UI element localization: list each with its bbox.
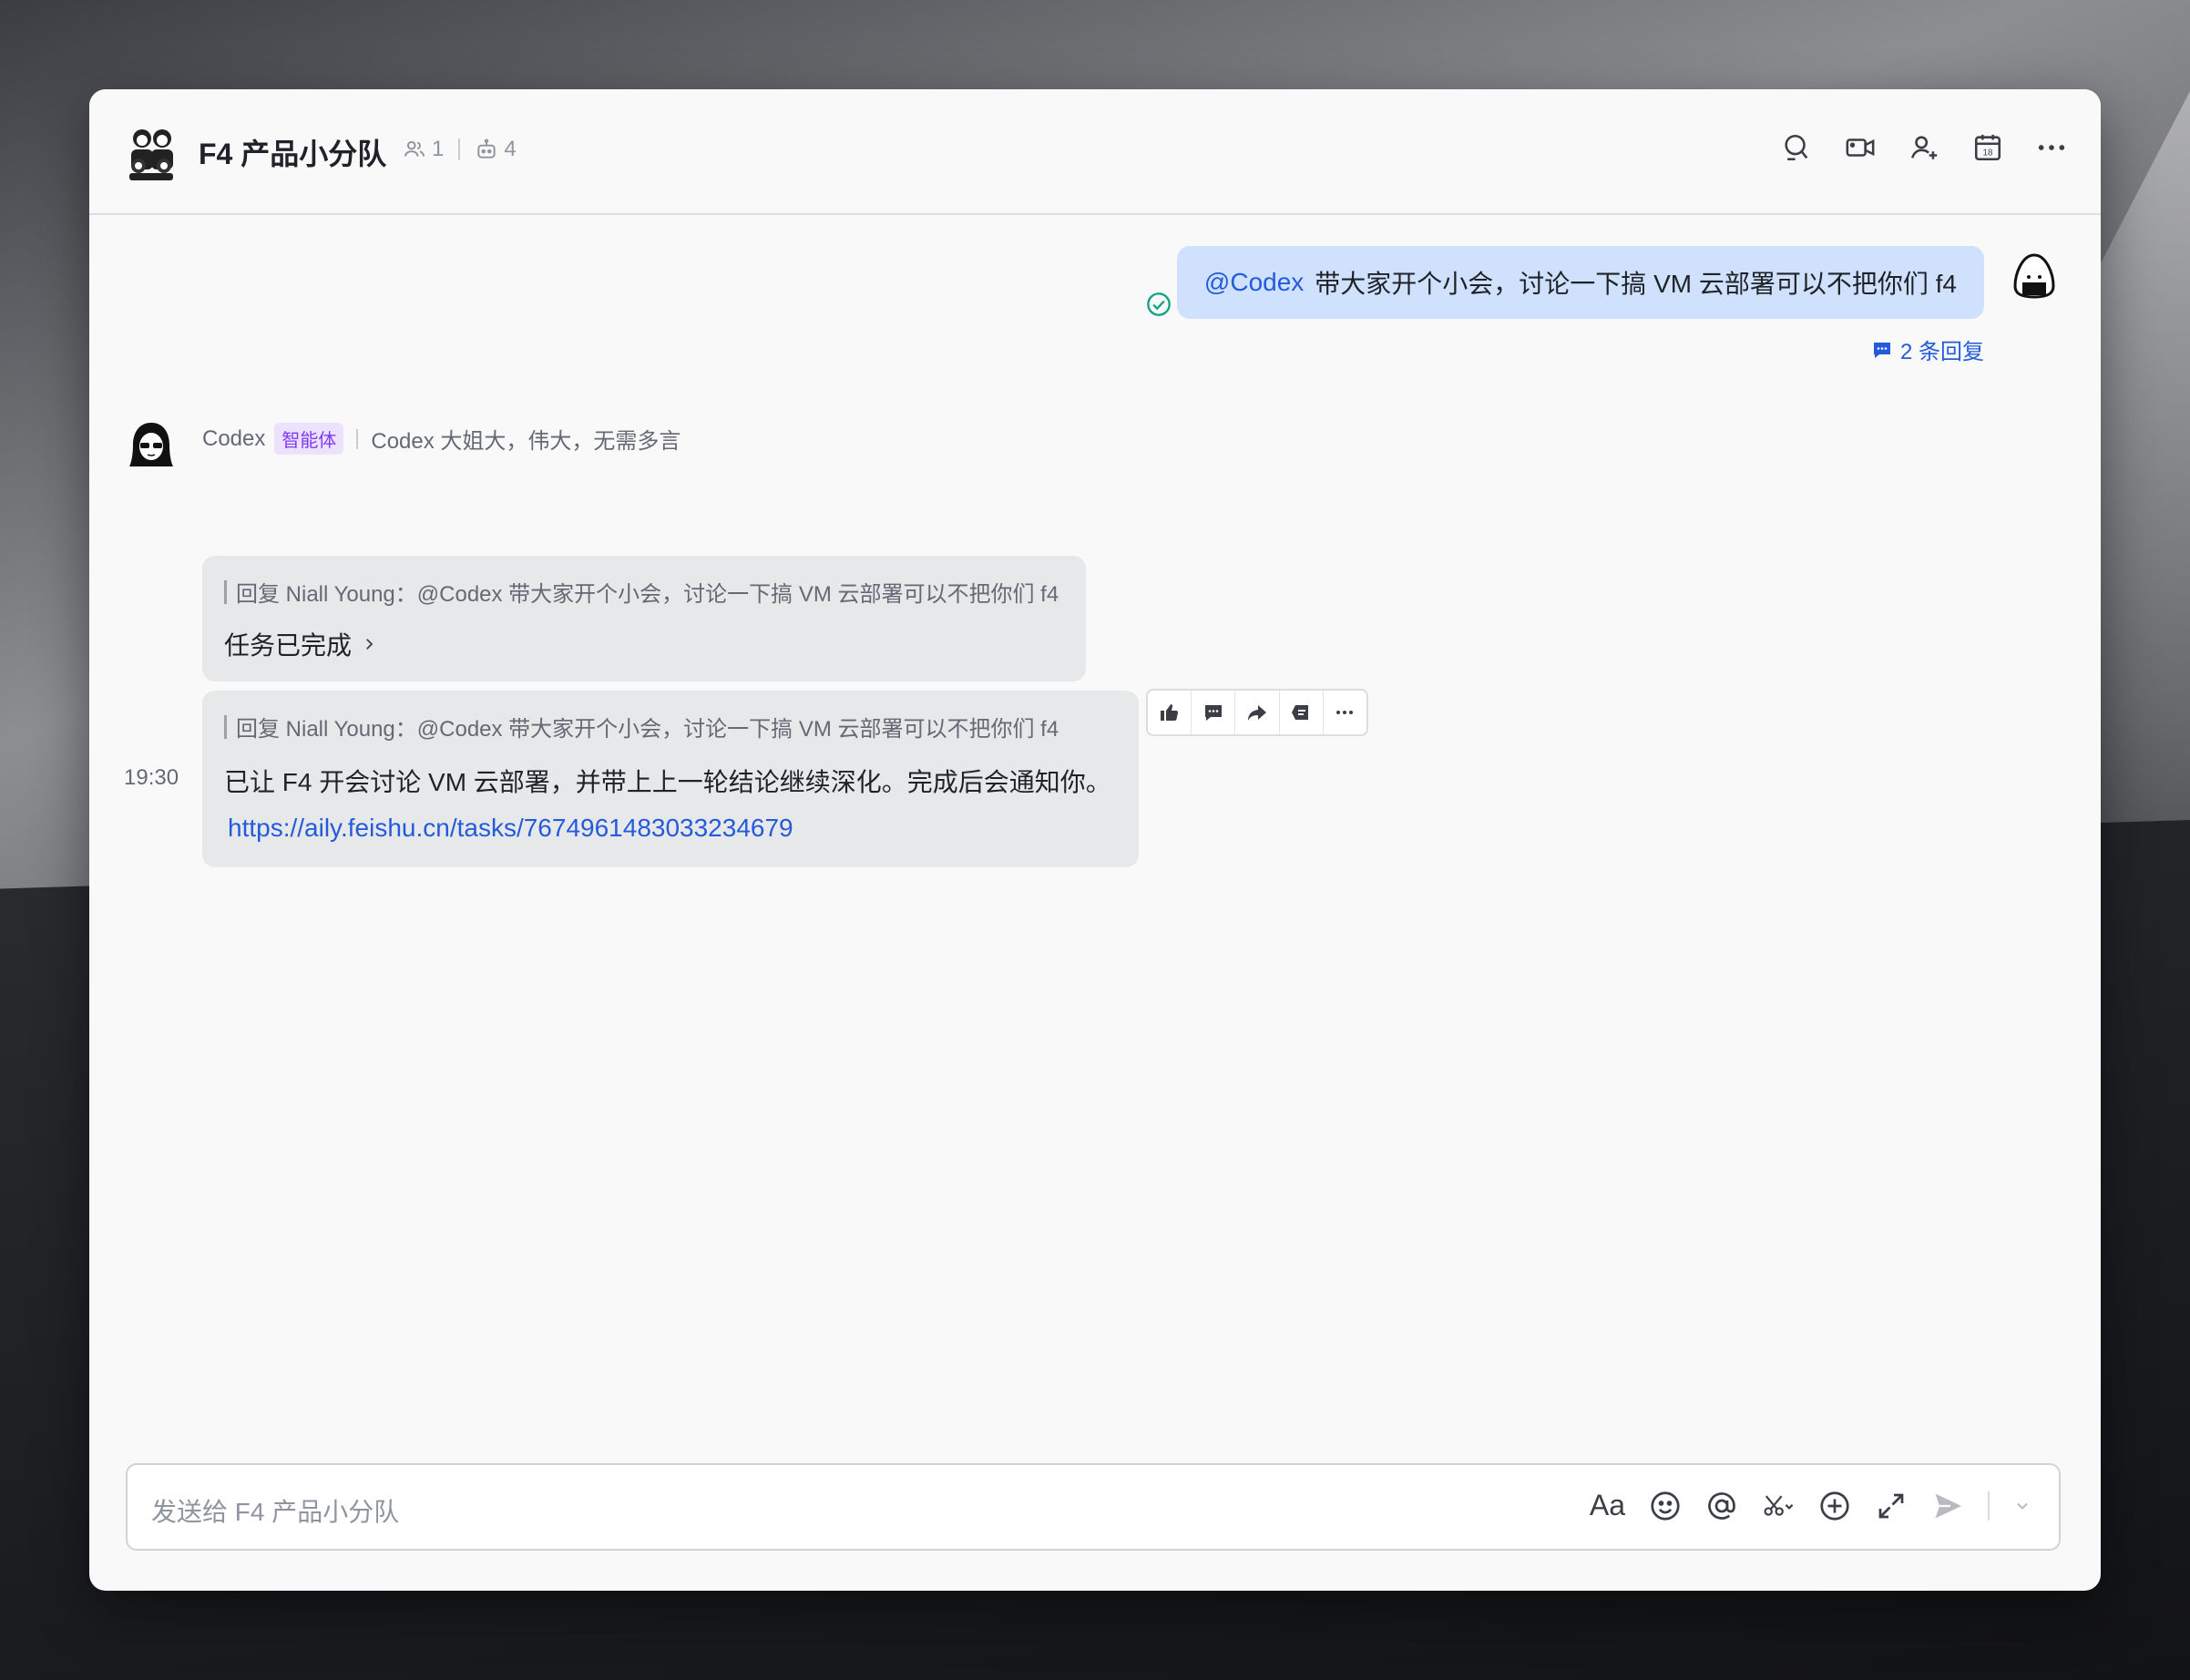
quote-bar — [224, 579, 227, 604]
emoji-button[interactable] — [1649, 1490, 1682, 1522]
bot-reply-bubble-2[interactable]: 回复 Niall Young：@Codex 带大家开个小会，讨论一下搞 VM 云… — [202, 691, 1139, 867]
reply-button[interactable] — [1192, 691, 1236, 734]
quote-reply-button[interactable] — [1280, 691, 1324, 734]
more-options-button[interactable] — [2035, 131, 2068, 164]
chat-header: F4 产品小分队 1 4 18 — [89, 89, 2101, 215]
message-more-button[interactable] — [1324, 691, 1366, 734]
replies-count: 2 条回复 — [1899, 340, 1984, 364]
like-button[interactable] — [1148, 691, 1192, 734]
message-hover-toolbar — [1146, 689, 1368, 736]
bot-header: Codex 智能体 Codex 大姐大，伟大，无需多言 — [202, 423, 681, 455]
bot-reply-bubble-1[interactable]: 回复 Niall Young：@Codex 带大家开个小会，讨论一下搞 VM 云… — [202, 556, 1086, 681]
group-avatar[interactable] — [122, 124, 180, 182]
member-count[interactable]: 1 — [432, 137, 444, 162]
my-message-text: 带大家开个小会，讨论一下搞 VM 云部署可以不把你们 f4 — [1315, 270, 1957, 298]
my-message-bubble[interactable]: @Codex 带大家开个小会，讨论一下搞 VM 云部署可以不把你们 f4 — [1176, 246, 1984, 319]
header-actions: 18 — [1780, 131, 2068, 164]
calendar-icon: 18 — [1974, 134, 2001, 161]
message-composer[interactable]: 发送给 F4 产品小分队 Aa — [126, 1463, 2061, 1551]
send-icon — [1935, 1493, 1961, 1518]
quote-bar — [224, 714, 227, 739]
reply-quote-text: 回复 Niall Young：@Codex 带大家开个小会，讨论一下搞 VM 云… — [236, 717, 1059, 742]
chat-window: F4 产品小分队 1 4 18 @Codex 带大家开个小会，讨论一下搞 VM … — [89, 89, 2101, 1591]
composer-toolbar: Aa — [1590, 1489, 2031, 1522]
task-complete-text: 任务已完成 — [224, 631, 353, 660]
comment-icon — [1204, 705, 1222, 721]
send-button[interactable] — [1931, 1490, 1964, 1522]
screenshot-button[interactable] — [1762, 1490, 1795, 1522]
chevron-right-icon — [366, 639, 374, 650]
read-check-icon — [1147, 292, 1171, 316]
expand-composer-button[interactable] — [1875, 1490, 1908, 1522]
mention-link[interactable]: @Codex — [1204, 268, 1304, 297]
at-sign-icon — [1708, 1491, 1735, 1520]
message-timestamp: 19:30 — [124, 765, 179, 790]
emoji-icon — [1651, 1490, 1680, 1521]
quote-reply-icon — [1292, 705, 1309, 720]
chat-title[interactable]: F4 产品小分队 — [199, 131, 386, 173]
add-attachment-button[interactable] — [1818, 1490, 1851, 1522]
bot-signature: Codex 大姐大，伟大，无需多言 — [371, 429, 681, 454]
more-icon — [2038, 145, 2065, 150]
thumbs-up-icon — [1160, 704, 1178, 721]
video-call-button[interactable] — [1844, 131, 1877, 164]
task-url-link[interactable]: https://aily.feishu.cn/tasks/76749614830… — [224, 814, 1117, 843]
chevron-down-icon — [2017, 1502, 2028, 1510]
reply-thread-icon — [1873, 342, 1890, 358]
add-user-icon — [1911, 136, 1938, 159]
composer-input[interactable]: 发送给 F4 产品小分队 — [151, 1492, 399, 1529]
members-icon[interactable] — [403, 138, 426, 161]
more-icon — [1336, 711, 1354, 714]
forward-button[interactable] — [1235, 691, 1280, 734]
reply-quote[interactable]: 回复 Niall Young：@Codex 带大家开个小会，讨论一下搞 VM 云… — [224, 711, 1117, 743]
bot-name[interactable]: Codex — [202, 426, 265, 452]
message-list[interactable]: @Codex 带大家开个小会，讨论一下搞 VM 云部署可以不把你们 f4 2 条… — [89, 217, 2101, 1456]
chat-meta: 1 4 — [403, 137, 517, 162]
svg-text:18: 18 — [1982, 149, 1993, 159]
reply-quote-text: 回复 Niall Young：@Codex 带大家开个小会，讨论一下搞 VM 云… — [236, 582, 1059, 607]
bot-count[interactable]: 4 — [504, 137, 516, 162]
send-options-button[interactable] — [2013, 1497, 2031, 1515]
send-divider — [1988, 1490, 1990, 1521]
bot-message-text: 已让 F4 开会讨论 VM 云部署，并带上上一轮结论继续深化。完成后会通知你。 — [224, 768, 1111, 796]
mention-button[interactable] — [1705, 1490, 1738, 1522]
search-chat-button[interactable] — [1780, 131, 1813, 164]
bot-icon[interactable] — [475, 138, 498, 161]
calendar-button[interactable]: 18 — [1971, 131, 2004, 164]
thread-replies-link[interactable]: 2 条回复 — [1871, 333, 1984, 365]
scissors-icon — [1764, 1495, 1794, 1516]
text-format-button[interactable]: Aa — [1590, 1489, 1625, 1522]
search-icon — [1785, 134, 1808, 161]
reply-quote[interactable]: 回复 Niall Young：@Codex 带大家开个小会，讨论一下搞 VM 云… — [224, 576, 1064, 608]
add-member-button[interactable] — [1908, 131, 1940, 164]
forward-icon — [1248, 705, 1266, 721]
expand-icon — [1878, 1493, 1904, 1518]
meta-divider — [458, 138, 461, 160]
agent-badge: 智能体 — [274, 423, 344, 455]
bot-avatar[interactable] — [126, 419, 177, 470]
plus-circle-icon — [1820, 1490, 1849, 1521]
task-complete-link[interactable]: 任务已完成 — [224, 626, 1064, 662]
bot-header-divider — [356, 428, 359, 449]
video-camera-icon — [1846, 138, 1875, 157]
my-avatar[interactable] — [2010, 251, 2059, 301]
